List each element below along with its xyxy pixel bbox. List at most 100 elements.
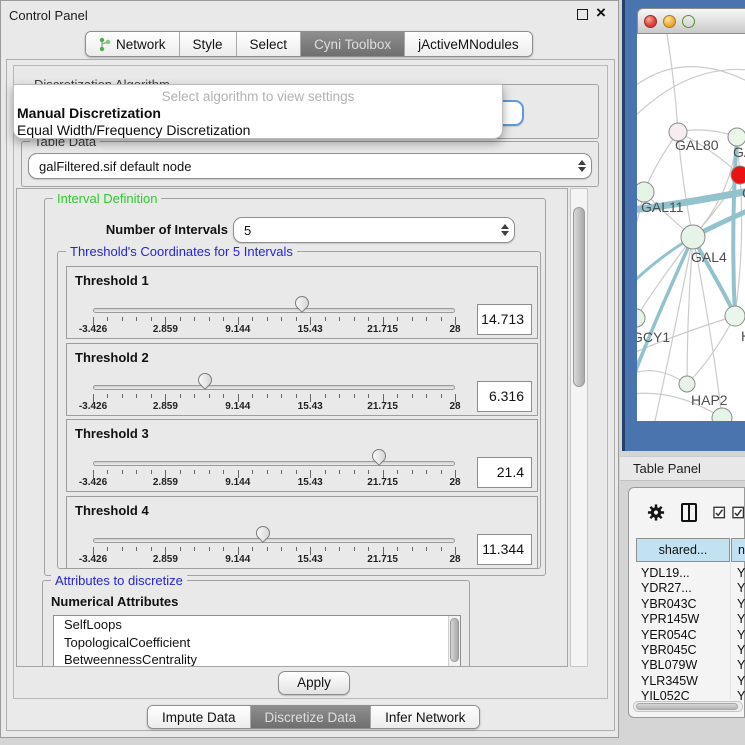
slider-tick xyxy=(151,470,152,474)
thresholds-group: Threshold's Coordinates for 5 Intervals … xyxy=(57,251,541,569)
column-divider xyxy=(730,562,731,699)
network-graph: GAL80GACGAL11GAL4GCY1HHAP2 xyxy=(637,34,745,421)
threshold-value-field[interactable]: 11.344 xyxy=(477,534,532,565)
network-node[interactable] xyxy=(679,376,695,392)
column-split-icon[interactable] xyxy=(681,503,697,522)
tab-style[interactable]: Style xyxy=(180,32,237,56)
table-panel-strip: Table Panel xyxy=(620,456,745,481)
list-scrollbar[interactable] xyxy=(448,616,460,667)
close-traffic-light-icon[interactable] xyxy=(644,15,657,28)
table-cell[interactable]: YBR0 xyxy=(737,597,745,611)
table-header-cell[interactable]: na xyxy=(731,538,745,562)
slider-tick xyxy=(209,317,210,321)
table-horizontal-scrollbar-thumb[interactable] xyxy=(636,703,738,710)
table-cell[interactable]: YER0 xyxy=(737,628,745,642)
slider-scale-label: 21.715 xyxy=(367,401,398,412)
slider-scale-label: 2.859 xyxy=(153,477,178,488)
float-window-icon[interactable] xyxy=(577,9,588,20)
slider-tick xyxy=(209,470,210,474)
attribute-list-item[interactable]: BetweennessCentrality xyxy=(54,651,460,667)
slider-tick xyxy=(209,547,210,551)
table-cell[interactable]: YBR043C xyxy=(641,597,697,611)
table-cell[interactable]: YDL1 xyxy=(737,566,745,580)
node-table: shared...na YDL19... YDL1 YDR27... YDR2 YBR0… xyxy=(636,538,745,717)
slider-tick xyxy=(397,547,398,551)
checkbox-icon[interactable] xyxy=(713,506,725,519)
slider-scale-label: 9.144 xyxy=(225,477,250,488)
number-of-intervals-label: Number of Intervals xyxy=(63,222,228,237)
table-cell[interactable]: YBL079W xyxy=(641,658,697,672)
slider-tick xyxy=(412,317,413,321)
slider-tick xyxy=(339,394,340,398)
table-cell[interactable]: YPR145W xyxy=(641,612,699,626)
table-cell[interactable]: YDR27... xyxy=(641,581,692,595)
tab-label: Infer Network xyxy=(385,710,465,725)
table-cell[interactable]: YBR0 xyxy=(737,643,745,657)
slider-scale-label: 28 xyxy=(449,477,460,488)
table-horizontal-scrollbar[interactable] xyxy=(633,701,743,712)
threshold-value-field[interactable]: 14.713 xyxy=(477,304,532,335)
threshold-panel: Threshold 2-3.4262.8599.14415.4321.71528… xyxy=(66,343,538,416)
dropdown-placeholder: Select algorithm to view settings xyxy=(14,89,502,104)
number-of-intervals-combobox[interactable]: 5 xyxy=(233,217,515,243)
tab-jactivemnodules[interactable]: jActiveMNodules xyxy=(405,32,532,56)
minimize-traffic-light-icon[interactable] xyxy=(663,15,676,28)
tab-label: Discretize Data xyxy=(265,710,357,725)
slider-tick xyxy=(368,547,369,551)
slider-scale-label: 15.43 xyxy=(298,554,323,565)
list-scrollbar-thumb[interactable] xyxy=(450,618,459,662)
network-node[interactable] xyxy=(637,309,645,327)
table-cell[interactable]: YDL19... xyxy=(641,566,690,580)
table-cell[interactable]: YDR2 xyxy=(737,581,745,595)
table-data-combobox[interactable]: galFiltered.sif default node xyxy=(28,153,592,179)
threshold-value-field[interactable]: 21.4 xyxy=(477,457,532,488)
tab-discretize-data[interactable]: Discretize Data xyxy=(251,706,372,728)
tab-select[interactable]: Select xyxy=(237,32,302,56)
threshold-panel: Threshold 3-3.4262.8599.14415.4321.71528… xyxy=(66,419,538,492)
network-canvas[interactable]: GAL80GACGAL11GAL4GCY1HHAP2 xyxy=(637,34,745,421)
network-window-titlebar[interactable] xyxy=(637,8,745,34)
tab-impute-data[interactable]: Impute Data xyxy=(148,706,251,728)
network-node[interactable] xyxy=(725,306,745,326)
dropdown-item[interactable]: Equal Width/Frequency Discretization xyxy=(17,122,250,138)
zoom-traffic-light-icon[interactable] xyxy=(682,15,695,28)
slider-track[interactable] xyxy=(93,385,455,390)
table-cell[interactable]: YLR345W xyxy=(641,674,698,688)
table-cell[interactable]: YPR1 xyxy=(737,612,745,626)
slider-track[interactable] xyxy=(93,538,455,543)
control-panel-window: Control Panel × NetworkStyleSelectCyni T… xyxy=(0,0,619,738)
tab-network[interactable]: Network xyxy=(86,32,180,56)
slider-track[interactable] xyxy=(93,308,455,313)
slider-tick xyxy=(194,470,195,474)
numerical-attributes-list[interactable]: SelfLoopsTopologicalCoefficientBetweenne… xyxy=(53,615,461,667)
slider-tick xyxy=(223,317,224,321)
slider-tick xyxy=(122,547,123,551)
gear-icon[interactable] xyxy=(647,503,665,522)
attribute-list-item[interactable]: SelfLoops xyxy=(54,616,460,634)
tab-cyni-toolbox[interactable]: Cyni Toolbox xyxy=(301,32,405,56)
attribute-list-item[interactable]: TopologicalCoefficient xyxy=(54,634,460,652)
tab-label: Style xyxy=(193,37,223,52)
threshold-panel: Threshold 4-3.4262.8599.14415.4321.71528… xyxy=(66,496,538,569)
network-node[interactable] xyxy=(731,166,745,184)
slider-tick xyxy=(296,394,297,398)
main-scrollbar[interactable] xyxy=(570,188,588,667)
slider-scale-label: 9.144 xyxy=(225,401,250,412)
table-cell[interactable]: YBR045C xyxy=(641,643,697,657)
network-node[interactable] xyxy=(712,408,732,421)
threshold-value-field[interactable]: 6.316 xyxy=(477,381,532,412)
checkbox-icon[interactable] xyxy=(732,506,744,519)
table-cell[interactable]: YLR3 xyxy=(737,674,745,688)
table-cell[interactable]: YER054C xyxy=(641,628,697,642)
table-cell[interactable]: YBL0 xyxy=(737,658,745,672)
slider-track[interactable] xyxy=(93,461,455,466)
tab-infer-network[interactable]: Infer Network xyxy=(371,706,479,728)
network-node[interactable] xyxy=(681,225,705,249)
apply-button[interactable]: Apply xyxy=(278,671,350,695)
close-icon[interactable]: × xyxy=(596,3,606,23)
table-header-cell[interactable]: shared... xyxy=(636,538,730,562)
dropdown-item[interactable]: Manual Discretization xyxy=(17,105,161,121)
main-scrollbar-thumb[interactable] xyxy=(573,207,585,387)
slider-scale-label: 2.859 xyxy=(153,324,178,335)
combo-stepper-icon xyxy=(573,160,591,172)
